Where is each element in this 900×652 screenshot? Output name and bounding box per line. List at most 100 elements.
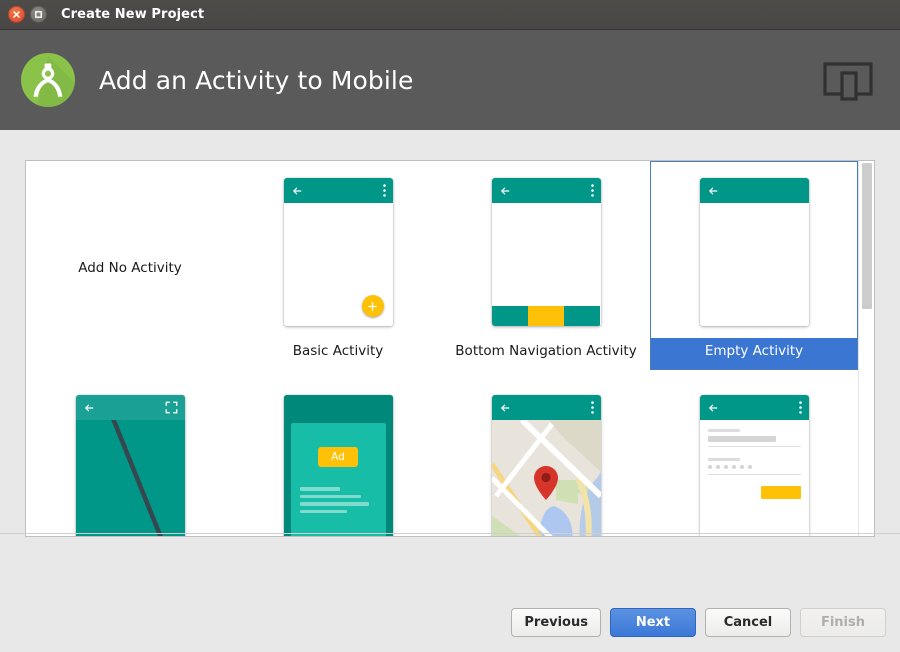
ad-placeholder-lines xyxy=(291,487,386,517)
activity-template-add-no-activity[interactable]: Add No Activity xyxy=(26,161,234,370)
activity-template-bottom-navigation-activity[interactable]: Bottom Navigation Activity xyxy=(442,161,650,370)
diagonal-line-decoration xyxy=(110,420,163,536)
page-title: Add an Activity to Mobile xyxy=(99,65,414,95)
basic-activity-thumbnail xyxy=(283,178,393,326)
ad-line xyxy=(299,494,362,498)
email-field-underline xyxy=(707,446,801,447)
password-dot xyxy=(707,465,712,469)
admob-card: Ad xyxy=(290,423,386,536)
activity-template-label: Empty Activity xyxy=(651,338,857,369)
password-dot xyxy=(715,465,720,469)
activity-template-admob-ads-activity[interactable]: Ad xyxy=(234,370,442,536)
overflow-menu-icon xyxy=(798,401,802,414)
phone-content xyxy=(75,420,185,536)
password-dot xyxy=(723,465,728,469)
thumbnail-wrapper xyxy=(27,371,233,536)
thumbnail-wrapper: Ad xyxy=(235,371,441,536)
thumbnail-wrapper xyxy=(235,162,441,338)
phone-content xyxy=(699,203,809,326)
thumbnail-wrapper xyxy=(651,371,857,536)
window-title: Create New Project xyxy=(61,7,205,22)
phone-content xyxy=(283,203,393,326)
fullscreen-expand-icon xyxy=(165,401,177,414)
app-bar xyxy=(283,178,393,203)
ad-line xyxy=(299,502,369,506)
bottom-navigation-bar xyxy=(491,306,601,326)
thumbnail-placeholder: Add No Activity xyxy=(27,162,233,369)
finish-button: Finish xyxy=(800,608,886,637)
admob-header-strip xyxy=(283,395,393,423)
activity-template-login-activity[interactable] xyxy=(650,370,858,536)
activity-template-label: Basic Activity xyxy=(292,343,384,359)
map-preview-image xyxy=(491,420,601,536)
thumbnail-wrapper xyxy=(443,371,649,536)
app-bar xyxy=(699,178,809,203)
ad-line xyxy=(299,487,340,491)
nav-item-1 xyxy=(491,306,528,326)
ad-badge: Ad xyxy=(318,447,358,467)
password-dot xyxy=(747,465,752,469)
email-field-label xyxy=(707,429,740,432)
overflow-menu-icon xyxy=(590,184,594,197)
back-arrow-icon xyxy=(708,404,717,411)
overflow-menu-icon xyxy=(590,401,594,414)
back-arrow-icon xyxy=(500,187,509,194)
create-new-project-window: Create New Project Add an Activity to Mo… xyxy=(0,0,900,652)
android-studio-logo-icon xyxy=(18,50,78,110)
wizard-footer: Previous Next Cancel Finish xyxy=(0,593,900,652)
activity-template-empty-activity[interactable]: Empty Activity xyxy=(650,161,858,370)
back-arrow-icon xyxy=(708,187,717,194)
phone-content: Ad xyxy=(284,423,393,536)
password-field-value xyxy=(707,465,801,469)
gallery-scrollbar-thumb[interactable] xyxy=(862,163,872,309)
footer-separator xyxy=(0,533,900,534)
activity-template-basic-activity[interactable]: Basic Activity xyxy=(234,161,442,370)
login-activity-thumbnail xyxy=(699,395,809,536)
password-field-label xyxy=(707,458,740,461)
thumbnail-wrapper xyxy=(651,162,857,338)
activity-template-gallery: Add No Activity Basic Activity Bottom Na… xyxy=(25,160,875,537)
app-bar xyxy=(491,395,601,420)
cancel-button[interactable]: Cancel xyxy=(705,608,791,637)
email-field-value xyxy=(707,436,776,442)
bottom-navigation-activity-thumbnail xyxy=(491,178,601,326)
fullscreen-activity-thumbnail xyxy=(75,395,185,536)
back-arrow-icon xyxy=(292,187,301,194)
app-bar xyxy=(491,178,601,203)
next-button[interactable]: Next xyxy=(610,608,696,637)
activity-template-label: Bottom Navigation Activity xyxy=(455,343,637,359)
thumbnail-wrapper xyxy=(443,162,649,338)
wizard-body: Add No Activity Basic Activity Bottom Na… xyxy=(0,130,900,593)
window-titlebar: Create New Project xyxy=(0,0,900,30)
floating-action-button-icon xyxy=(361,295,384,317)
back-arrow-icon xyxy=(84,404,93,411)
activity-template-label: Add No Activity xyxy=(78,259,182,276)
nav-item-2-selected xyxy=(527,306,565,326)
activity-template-grid: Add No Activity Basic Activity Bottom Na… xyxy=(26,161,858,536)
activity-template-fullscreen-activity[interactable] xyxy=(26,370,234,536)
admob-activity-thumbnail: Ad xyxy=(283,395,393,536)
password-field-underline xyxy=(707,474,801,475)
phone-content xyxy=(699,420,809,536)
nav-item-3 xyxy=(564,306,601,326)
devices-icon xyxy=(822,56,874,104)
wizard-header: Add an Activity to Mobile xyxy=(0,30,900,130)
password-dot xyxy=(739,465,744,469)
gallery-scroll-viewport: Add No Activity Basic Activity Bottom Na… xyxy=(26,161,858,536)
sign-in-button-placeholder xyxy=(760,486,801,499)
empty-activity-thumbnail xyxy=(699,178,809,326)
phone-content xyxy=(491,203,601,306)
maps-activity-thumbnail xyxy=(491,395,601,536)
back-arrow-icon xyxy=(500,404,509,411)
phone-content xyxy=(491,420,601,536)
previous-button[interactable]: Previous xyxy=(511,608,601,637)
overflow-menu-icon xyxy=(382,184,386,197)
close-icon[interactable] xyxy=(8,6,25,23)
app-bar xyxy=(75,395,185,420)
gallery-scrollbar[interactable] xyxy=(858,161,874,536)
maximize-icon[interactable] xyxy=(30,6,47,23)
password-dot xyxy=(731,465,736,469)
app-bar xyxy=(699,395,809,420)
activity-template-google-maps-activity[interactable] xyxy=(442,370,650,536)
ad-line xyxy=(299,509,348,513)
